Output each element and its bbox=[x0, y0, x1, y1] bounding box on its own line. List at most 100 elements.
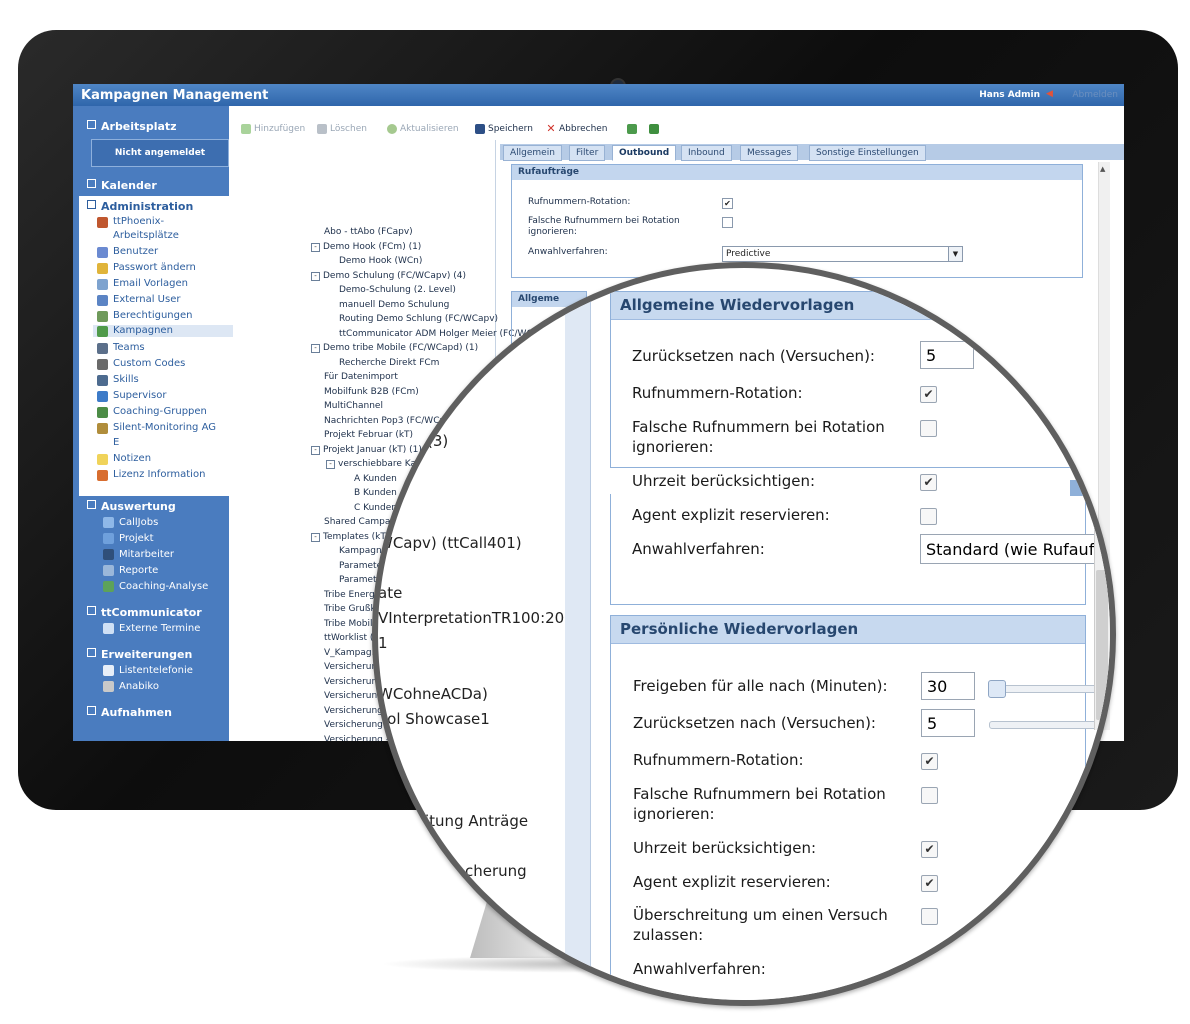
sidebar-item-mitarbeiter[interactable]: Mitarbeiter bbox=[103, 549, 174, 560]
sidebar-item-externe-termine[interactable]: Externe Termine bbox=[103, 623, 200, 634]
section-erweiterungen[interactable]: Erweiterungen bbox=[87, 648, 192, 661]
section-auswertung[interactable]: Auswertung bbox=[87, 500, 176, 513]
collapse-icon[interactable]: - bbox=[311, 532, 320, 542]
section-administration[interactable]: Administration bbox=[87, 200, 193, 213]
save-button[interactable]: Speichern bbox=[475, 124, 533, 134]
reset-input[interactable]: 5 bbox=[921, 709, 975, 737]
section-aufnahmen[interactable]: Aufnahmen bbox=[87, 706, 172, 719]
release-label: Freigeben für alle nach (Minuten): bbox=[633, 677, 888, 695]
toolbar: Hinzufügen Löschen Aktualisieren Speiche… bbox=[233, 122, 1123, 138]
false-numbers-checkbox[interactable] bbox=[920, 420, 937, 437]
logout-icon[interactable]: ◀ bbox=[1046, 90, 1056, 99]
reset-input[interactable]: 5 bbox=[920, 341, 974, 369]
sidebar-item-external-user[interactable]: External User bbox=[97, 294, 180, 306]
add-button[interactable]: Hinzufügen bbox=[241, 124, 305, 134]
agent-checkbox[interactable]: ✔ bbox=[921, 875, 938, 892]
exceed-checkbox[interactable] bbox=[921, 908, 938, 925]
section-arbeitsplatz[interactable]: Arbeitsplatz bbox=[87, 120, 177, 133]
sidebar-item-ttphoenix[interactable]: ttPhoenix- bbox=[97, 216, 164, 228]
rotation-checkbox[interactable]: ✔ bbox=[920, 386, 937, 403]
tree-item[interactable]: - Demo Hook (FCm) (1) bbox=[311, 240, 421, 254]
user-name: Hans Admin bbox=[979, 90, 1040, 100]
dial-label: Anwahlverfahren: bbox=[528, 247, 608, 257]
section-ttcommunicator[interactable]: ttCommunicator bbox=[87, 606, 202, 619]
collapse-icon[interactable]: - bbox=[311, 242, 320, 252]
rotation-checkbox[interactable]: ✔ bbox=[921, 753, 938, 770]
tab-messages[interactable]: Messages bbox=[740, 145, 799, 161]
rotation-label: Rufnummern-Rotation: bbox=[633, 751, 804, 769]
collapse-icon[interactable]: - bbox=[311, 344, 320, 353]
sidebar-item-email-vorlagen[interactable]: Email Vorlagen bbox=[97, 278, 188, 290]
tree-item[interactable]: Abo - ttAbo (FCapv) bbox=[324, 225, 413, 239]
sidebar-item-notizen[interactable]: Notizen bbox=[97, 453, 151, 465]
false-numbers-checkbox[interactable] bbox=[722, 217, 733, 228]
sidebar-item-benutzer[interactable]: Benutzer bbox=[97, 246, 158, 258]
magnified-tree-text: 1 bbox=[378, 634, 388, 652]
external-user-icon bbox=[97, 295, 108, 306]
rotation-checkbox[interactable]: ✔ bbox=[722, 198, 733, 209]
rotation-label: Rufnummern-Rotation: bbox=[528, 197, 631, 207]
sidebar-item-berechtigungen[interactable]: Berechtigungen bbox=[97, 310, 192, 322]
sidebar-item-anabiko[interactable]: Anabiko bbox=[103, 681, 159, 692]
sidebar-item-projekt[interactable]: Projekt bbox=[103, 533, 154, 544]
sidebar-item-silent-monitoring-e[interactable]: E bbox=[113, 437, 119, 448]
delete-button[interactable]: Löschen bbox=[317, 124, 367, 134]
collapse-icon[interactable]: - bbox=[311, 271, 320, 281]
email-icon bbox=[97, 279, 108, 290]
sidebar-item-teams[interactable]: Teams bbox=[97, 342, 145, 354]
permissions-icon bbox=[97, 311, 108, 322]
sidebar-item-kampagnen[interactable]: Kampagnen bbox=[93, 325, 233, 337]
sidebar-item-supervisor[interactable]: Supervisor bbox=[97, 390, 166, 402]
tree-item-label: Abo - ttAbo (FCapv) bbox=[324, 227, 413, 237]
false-numbers-label-2: ignorieren: bbox=[632, 438, 714, 456]
magnified-tree-text: VInterpretationTR100:2013 bbox=[378, 609, 584, 627]
dial-select[interactable]: Predictive ▼ bbox=[722, 246, 963, 262]
magnified-scroll-thumb[interactable] bbox=[1096, 570, 1108, 720]
dial-select[interactable]: Standard (wie Rufauft bbox=[920, 534, 1100, 564]
sidebar-item-custom-codes[interactable]: Custom Codes bbox=[97, 358, 185, 370]
sidebar-item-silent-monitoring[interactable]: Silent-Monitoring AG bbox=[97, 422, 216, 434]
tab-allgemein[interactable]: Allgemein bbox=[503, 145, 562, 161]
users-icon bbox=[97, 247, 108, 258]
section-kalender[interactable]: Kalender bbox=[87, 179, 157, 192]
cancel-button[interactable]: ✕ Abbrechen bbox=[546, 123, 607, 134]
tree-item[interactable]: Demo Hook (WCn) bbox=[339, 254, 422, 268]
sidebar-item-reporte[interactable]: Reporte bbox=[103, 565, 158, 576]
sidebar-item-arbeitsplaetze[interactable]: Arbeitsplätze bbox=[113, 230, 179, 241]
sidebar-item-listentelefonie[interactable]: Listentelefonie bbox=[103, 665, 193, 676]
sidebar-item-coaching-analyse[interactable]: Coaching-Analyse bbox=[103, 581, 208, 592]
release-slider[interactable] bbox=[988, 680, 1101, 698]
reset-slider[interactable] bbox=[989, 721, 1101, 729]
tree-item[interactable]: MultiChannel bbox=[324, 399, 383, 413]
tab-sonstige-einstellungen[interactable]: Sonstige Einstellungen bbox=[809, 145, 926, 161]
key-icon bbox=[97, 263, 108, 274]
sidebar-item-passwort[interactable]: Passwort ändern bbox=[97, 262, 196, 274]
false-numbers-checkbox[interactable] bbox=[921, 787, 938, 804]
tab-inbound[interactable]: Inbound bbox=[681, 145, 732, 161]
sidebar-item-lizenz[interactable]: Lizenz Information bbox=[97, 469, 205, 481]
chevron-down-icon: ▼ bbox=[948, 247, 962, 261]
collapse-icon[interactable]: - bbox=[311, 445, 320, 455]
sidebar-item-skills[interactable]: Skills bbox=[97, 374, 139, 386]
move-up-button[interactable] bbox=[627, 124, 640, 134]
headset-icon bbox=[97, 423, 108, 434]
magnified-tree-text: WCapv) (ttCall401) bbox=[378, 534, 522, 552]
scroll-up-icon[interactable]: ▲ bbox=[1100, 165, 1105, 173]
sidebar-item-calljobs[interactable]: CallJobs bbox=[103, 517, 158, 528]
collapse-icon[interactable]: - bbox=[326, 460, 335, 469]
persoenliche-wiedervorlagen-panel: Persönliche Wiedervorlagen Freigeben für… bbox=[610, 615, 1101, 1000]
time-checkbox[interactable]: ✔ bbox=[921, 841, 938, 858]
tab-filter[interactable]: Filter bbox=[569, 145, 606, 161]
false-numbers-label-1: Falsche Rufnummern bei Rotation bbox=[632, 418, 885, 436]
sidebar-item-coaching-gruppen[interactable]: Coaching-Gruppen bbox=[97, 406, 207, 418]
agent-checkbox[interactable] bbox=[920, 508, 937, 525]
refresh-button[interactable]: Aktualisieren bbox=[387, 124, 459, 134]
release-input[interactable]: 30 bbox=[921, 672, 975, 700]
tab-outbound[interactable]: Outbound bbox=[612, 145, 677, 161]
dial-label: Anwahlverfahren: bbox=[633, 960, 766, 978]
time-checkbox[interactable]: ✔ bbox=[920, 474, 937, 491]
move-down-button[interactable] bbox=[649, 124, 662, 134]
slider-thumb[interactable] bbox=[988, 680, 1006, 698]
logout-link[interactable]: Abmelden bbox=[1072, 90, 1118, 100]
magnified-content: (3) WCapv) (ttCall401) ate VInterpretati… bbox=[378, 268, 1110, 1000]
